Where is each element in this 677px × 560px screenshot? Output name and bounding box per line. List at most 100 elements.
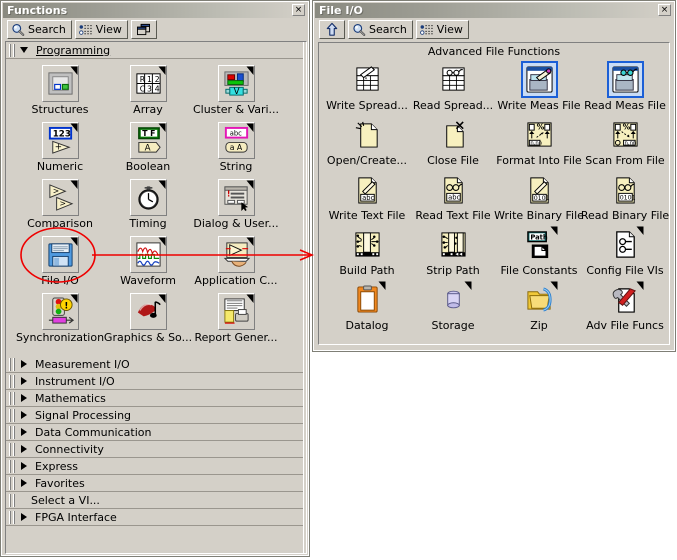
icon-frame[interactable]: [521, 281, 558, 318]
palette-item-string[interactable]: abc a A String: [192, 122, 280, 173]
palette-item-waveform[interactable]: Waveform: [104, 236, 192, 287]
icon-frame[interactable]: > >: [41, 179, 79, 216]
view-button[interactable]: View: [74, 20, 128, 39]
icon-frame[interactable]: [217, 293, 255, 330]
icon-frame[interactable]: 0101: [521, 171, 558, 208]
close-icon[interactable]: ×: [292, 4, 305, 16]
fileio-item-zip[interactable]: Zip: [496, 281, 582, 332]
palette-item-cluster-vari[interactable]: V Cluster & Vari...: [192, 65, 280, 116]
icon-frame[interactable]: [349, 281, 386, 318]
palette-item-file-i-o[interactable]: File I/O: [16, 236, 104, 287]
icon-frame[interactable]: Path: [521, 226, 558, 263]
fileio-item-read-text-file[interactable]: abc Read Text File: [410, 171, 496, 222]
palette-item-comparison[interactable]: > > Comparison: [16, 179, 104, 230]
palette-item-report-gener[interactable]: Report Gener...: [192, 293, 280, 344]
icon-frame[interactable]: [129, 179, 167, 216]
drag-grip[interactable]: [9, 459, 15, 473]
fileio-item-config-file-vis[interactable]: Config File VIs: [582, 226, 668, 277]
icon-frame[interactable]: 0101: [607, 171, 644, 208]
icon-frame[interactable]: [607, 226, 644, 263]
category-header-programming[interactable]: Programming: [6, 42, 303, 59]
category-row-express[interactable]: Express: [6, 458, 303, 475]
drag-grip[interactable]: [9, 510, 15, 524]
drag-grip[interactable]: [9, 493, 15, 507]
category-row-connectivity[interactable]: Connectivity: [6, 441, 303, 458]
icon-frame[interactable]: !: [41, 293, 79, 330]
icon-frame[interactable]: % n.nn: [607, 116, 644, 153]
icon-frame[interactable]: 123 +: [41, 122, 79, 159]
palette-item-application-c[interactable]: Application C...: [192, 236, 280, 287]
palette-item-array[interactable]: R 1 2 C 3 4 Array: [104, 65, 192, 116]
fileio-item-read-meas-file[interactable]: Read Meas File: [582, 61, 668, 112]
fileio-item-datalog[interactable]: Datalog: [324, 281, 410, 332]
fileio-item-close-file[interactable]: Close File: [410, 116, 496, 167]
search-button[interactable]: Search: [7, 20, 72, 39]
fileio-item-open-create[interactable]: Open/Create...: [324, 116, 410, 167]
icon-frame[interactable]: [129, 236, 167, 273]
category-row-data-communication[interactable]: Data Communication: [6, 424, 303, 441]
fileio-item-strip-path[interactable]: Strip Path: [410, 226, 496, 277]
fileio-item-write-binary-file[interactable]: 0101 Write Binary File: [494, 171, 584, 222]
icon-frame[interactable]: [129, 293, 167, 330]
icon-frame[interactable]: % n.nn: [521, 116, 558, 153]
icon-frame[interactable]: abc: [349, 171, 386, 208]
palette-item-structures[interactable]: Structures: [16, 65, 104, 116]
category-row-select-a-vi[interactable]: Select a VI...: [6, 492, 303, 509]
icon-frame[interactable]: [520, 61, 558, 98]
drag-grip[interactable]: [9, 442, 15, 456]
icon-frame[interactable]: [607, 281, 644, 318]
view-button[interactable]: View: [415, 20, 469, 39]
icon-frame[interactable]: [435, 281, 472, 318]
fileio-item-write-spread[interactable]: A Write Spread...: [324, 61, 410, 112]
drag-grip[interactable]: [9, 374, 15, 388]
fileio-item-read-spread[interactable]: Read Spread...: [410, 61, 496, 112]
category-row-favorites[interactable]: Favorites: [6, 475, 303, 492]
fileio-item-format-into-file[interactable]: % n.nn Format Into File: [496, 116, 582, 167]
category-row-fpga-interface[interactable]: FPGA Interface: [6, 509, 303, 526]
close-icon[interactable]: ×: [658, 4, 671, 16]
category-row-measurement-i-o[interactable]: Measurement I/O: [6, 356, 303, 373]
fileio-item-build-path[interactable]: Build Path: [324, 226, 410, 277]
fileio-item-storage[interactable]: Storage: [410, 281, 496, 332]
icon-frame[interactable]: T F A: [129, 122, 167, 159]
icon-frame[interactable]: [41, 236, 79, 273]
category-row-instrument-i-o[interactable]: Instrument I/O: [6, 373, 303, 390]
icon-frame[interactable]: [435, 61, 472, 98]
drag-grip[interactable]: [9, 408, 15, 422]
palette-item-numeric[interactable]: 123 + Numeric: [16, 122, 104, 173]
category-row-mathematics[interactable]: Mathematics: [6, 390, 303, 407]
fileio-item-read-binary-file[interactable]: 0101 Read Binary File: [581, 171, 669, 222]
palette-item-boolean[interactable]: T F A Boolean: [104, 122, 192, 173]
pin-palette-button[interactable]: [130, 20, 157, 39]
icon-frame[interactable]: abc a A: [217, 122, 255, 159]
icon-frame[interactable]: abc: [435, 171, 472, 208]
palette-item-graphics-so[interactable]: Graphics & So...: [104, 293, 192, 344]
icon-frame[interactable]: [606, 61, 644, 98]
icon-frame[interactable]: [349, 226, 386, 263]
icon-frame[interactable]: [41, 65, 79, 102]
palette-item-timing[interactable]: Timing: [104, 179, 192, 230]
drag-grip[interactable]: [9, 391, 15, 405]
search-button[interactable]: Search: [348, 20, 413, 39]
drag-grip[interactable]: [9, 476, 15, 490]
palette-item-dialog-user[interactable]: ! Dialog & User...: [192, 179, 280, 230]
icon-frame[interactable]: [217, 236, 255, 273]
icon-frame[interactable]: V: [217, 65, 255, 102]
fileio-item-scan-from-file[interactable]: % n.nn Scan From File: [582, 116, 668, 167]
fileio-item-write-meas-file[interactable]: Write Meas File: [496, 61, 582, 112]
category-row-signal-processing[interactable]: Signal Processing: [6, 407, 303, 424]
icon-frame[interactable]: [435, 226, 472, 263]
icon-frame[interactable]: R12 C34: [129, 65, 167, 102]
drag-grip[interactable]: [9, 357, 15, 371]
icon-frame[interactable]: !: [217, 179, 255, 216]
up-one-level-button[interactable]: [319, 20, 345, 39]
drag-grip[interactable]: [9, 43, 15, 57]
palette-scroll-rail[interactable]: [303, 42, 306, 553]
icon-frame[interactable]: [435, 116, 472, 153]
icon-frame[interactable]: A: [349, 61, 386, 98]
fileio-item-file-constants[interactable]: Path File Constants: [496, 226, 582, 277]
icon-frame[interactable]: [349, 116, 386, 153]
drag-grip[interactable]: [9, 425, 15, 439]
palette-item-synchronization[interactable]: ! Synchronization: [16, 293, 104, 344]
fileio-item-adv-file-funcs[interactable]: Adv File Funcs: [582, 281, 668, 332]
